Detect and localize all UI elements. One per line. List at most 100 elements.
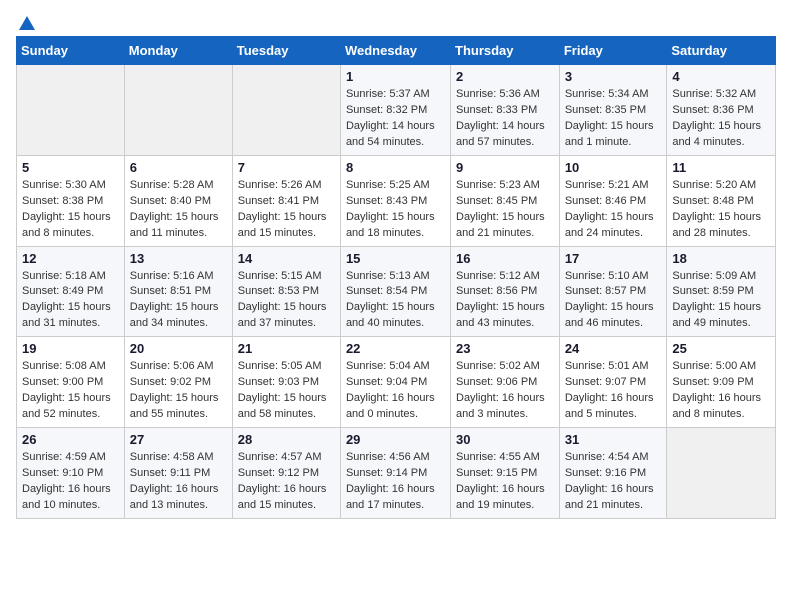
day-number: 26: [22, 432, 119, 447]
calendar-cell: 25Sunrise: 5:00 AMSunset: 9:09 PMDayligh…: [667, 337, 776, 428]
day-info: Sunrise: 5:06 AMSunset: 9:02 PMDaylight:…: [130, 359, 227, 423]
day-info: Sunrise: 5:30 AMSunset: 8:38 PMDaylight:…: [22, 178, 119, 242]
day-info: Sunrise: 5:09 AMSunset: 8:59 PMDaylight:…: [672, 269, 770, 333]
day-number: 2: [456, 69, 554, 84]
day-info: Sunrise: 5:12 AMSunset: 8:56 PMDaylight:…: [456, 269, 554, 333]
calendar-cell: 18Sunrise: 5:09 AMSunset: 8:59 PMDayligh…: [667, 246, 776, 337]
week-row-4: 19 Sunrise: 5:08 AMSunset: 9:00 PMDayligh…: [17, 337, 776, 428]
calendar-cell: 16 Sunrise: 5:12 AMSunset: 8:56 PMDayligh…: [451, 246, 560, 337]
day-info: Sunrise: 5:32 AMSunset: 8:36 PMDaylight:…: [672, 87, 770, 151]
day-number: 16: [456, 251, 554, 266]
header-tuesday: Tuesday: [232, 37, 340, 65]
day-info: Sunrise: 5:10 AMSunset: 8:57 PMDaylight:…: [565, 269, 662, 333]
day-number: 3: [565, 69, 662, 84]
calendar-cell: 23 Sunrise: 5:02 AMSunset: 9:06 PMDayligh…: [451, 337, 560, 428]
calendar-cell: 29 Sunrise: 4:56 AMSunset: 9:14 PMDayligh…: [340, 428, 450, 519]
calendar-cell: 14 Sunrise: 5:15 AMSunset: 8:53 PMDayligh…: [232, 246, 340, 337]
calendar-cell: 8 Sunrise: 5:25 AMSunset: 8:43 PMDaylight…: [340, 155, 450, 246]
calendar-cell: 21 Sunrise: 5:05 AMSunset: 9:03 PMDayligh…: [232, 337, 340, 428]
day-info: Sunrise: 5:13 AMSunset: 8:54 PMDaylight:…: [346, 269, 445, 333]
day-info: Sunrise: 5:08 AMSunset: 9:00 PMDaylight:…: [22, 359, 119, 423]
day-info: Sunrise: 5:18 AMSunset: 8:49 PMDaylight:…: [22, 269, 119, 333]
calendar-cell: 30 Sunrise: 4:55 AMSunset: 9:15 PMDayligh…: [451, 428, 560, 519]
day-info: Sunrise: 5:04 AMSunset: 9:04 PMDaylight:…: [346, 359, 445, 423]
day-number: 22: [346, 341, 445, 356]
calendar-cell: 5 Sunrise: 5:30 AMSunset: 8:38 PMDaylight…: [17, 155, 125, 246]
week-row-2: 5 Sunrise: 5:30 AMSunset: 8:38 PMDaylight…: [17, 155, 776, 246]
day-number: 28: [238, 432, 335, 447]
calendar-cell: 12 Sunrise: 5:18 AMSunset: 8:49 PMDayligh…: [17, 246, 125, 337]
day-info: Sunrise: 5:05 AMSunset: 9:03 PMDaylight:…: [238, 359, 335, 423]
week-row-1: 1Sunrise: 5:37 AMSunset: 8:32 PMDaylight…: [17, 65, 776, 156]
day-number: 12: [22, 251, 119, 266]
calendar-header-row: SundayMondayTuesdayWednesdayThursdayFrid…: [17, 37, 776, 65]
header-thursday: Thursday: [451, 37, 560, 65]
day-number: 25: [672, 341, 770, 356]
day-info: Sunrise: 4:59 AMSunset: 9:10 PMDaylight:…: [22, 450, 119, 514]
logo: [16, 16, 36, 28]
calendar-cell: [17, 65, 125, 156]
calendar-cell: 22 Sunrise: 5:04 AMSunset: 9:04 PMDayligh…: [340, 337, 450, 428]
day-number: 7: [238, 160, 335, 175]
calendar-cell: 1Sunrise: 5:37 AMSunset: 8:32 PMDaylight…: [340, 65, 450, 156]
day-number: 17: [565, 251, 662, 266]
calendar-cell: [124, 65, 232, 156]
day-info: Sunrise: 5:25 AMSunset: 8:43 PMDaylight:…: [346, 178, 445, 242]
day-info: Sunrise: 5:16 AMSunset: 8:51 PMDaylight:…: [130, 269, 227, 333]
day-info: Sunrise: 5:02 AMSunset: 9:06 PMDaylight:…: [456, 359, 554, 423]
day-info: Sunrise: 4:57 AMSunset: 9:12 PMDaylight:…: [238, 450, 335, 514]
week-row-3: 12 Sunrise: 5:18 AMSunset: 8:49 PMDayligh…: [17, 246, 776, 337]
calendar-cell: 10Sunrise: 5:21 AMSunset: 8:46 PMDayligh…: [559, 155, 667, 246]
calendar-cell: 24 Sunrise: 5:01 AMSunset: 9:07 PMDayligh…: [559, 337, 667, 428]
day-number: 30: [456, 432, 554, 447]
day-info: Sunrise: 5:37 AMSunset: 8:32 PMDaylight:…: [346, 87, 445, 151]
day-number: 8: [346, 160, 445, 175]
calendar-cell: 3 Sunrise: 5:34 AMSunset: 8:35 PMDaylight…: [559, 65, 667, 156]
day-number: 15: [346, 251, 445, 266]
day-number: 10: [565, 160, 662, 175]
calendar-cell: 17 Sunrise: 5:10 AMSunset: 8:57 PMDayligh…: [559, 246, 667, 337]
page-header: [16, 16, 776, 28]
week-row-5: 26 Sunrise: 4:59 AMSunset: 9:10 PMDayligh…: [17, 428, 776, 519]
day-number: 19: [22, 341, 119, 356]
calendar-cell: 28 Sunrise: 4:57 AMSunset: 9:12 PMDayligh…: [232, 428, 340, 519]
calendar-cell: 7 Sunrise: 5:26 AMSunset: 8:41 PMDaylight…: [232, 155, 340, 246]
day-info: Sunrise: 5:34 AMSunset: 8:35 PMDaylight:…: [565, 87, 662, 151]
header-wednesday: Wednesday: [340, 37, 450, 65]
day-number: 29: [346, 432, 445, 447]
day-number: 24: [565, 341, 662, 356]
day-info: Sunrise: 5:01 AMSunset: 9:07 PMDaylight:…: [565, 359, 662, 423]
day-number: 5: [22, 160, 119, 175]
calendar-cell: 15 Sunrise: 5:13 AMSunset: 8:54 PMDayligh…: [340, 246, 450, 337]
day-info: Sunrise: 4:54 AMSunset: 9:16 PMDaylight:…: [565, 450, 662, 514]
day-number: 20: [130, 341, 227, 356]
header-friday: Friday: [559, 37, 667, 65]
header-saturday: Saturday: [667, 37, 776, 65]
day-info: Sunrise: 5:20 AMSunset: 8:48 PMDaylight:…: [672, 178, 770, 242]
day-info: Sunrise: 5:15 AMSunset: 8:53 PMDaylight:…: [238, 269, 335, 333]
calendar-cell: 20 Sunrise: 5:06 AMSunset: 9:02 PMDayligh…: [124, 337, 232, 428]
calendar-cell: 27Sunrise: 4:58 AMSunset: 9:11 PMDayligh…: [124, 428, 232, 519]
calendar-cell: 6Sunrise: 5:28 AMSunset: 8:40 PMDaylight…: [124, 155, 232, 246]
day-number: 11: [672, 160, 770, 175]
day-info: Sunrise: 5:36 AMSunset: 8:33 PMDaylight:…: [456, 87, 554, 151]
day-number: 31: [565, 432, 662, 447]
day-number: 21: [238, 341, 335, 356]
day-number: 6: [130, 160, 227, 175]
day-number: 4: [672, 69, 770, 84]
day-number: 27: [130, 432, 227, 447]
day-number: 9: [456, 160, 554, 175]
calendar-cell: 26 Sunrise: 4:59 AMSunset: 9:10 PMDayligh…: [17, 428, 125, 519]
day-number: 23: [456, 341, 554, 356]
calendar-cell: 19 Sunrise: 5:08 AMSunset: 9:00 PMDayligh…: [17, 337, 125, 428]
calendar-cell: 31 Sunrise: 4:54 AMSunset: 9:16 PMDayligh…: [559, 428, 667, 519]
day-info: Sunrise: 4:56 AMSunset: 9:14 PMDaylight:…: [346, 450, 445, 514]
calendar-cell: [232, 65, 340, 156]
calendar-cell: 2 Sunrise: 5:36 AMSunset: 8:33 PMDaylight…: [451, 65, 560, 156]
day-info: Sunrise: 5:23 AMSunset: 8:45 PMDaylight:…: [456, 178, 554, 242]
day-info: Sunrise: 5:26 AMSunset: 8:41 PMDaylight:…: [238, 178, 335, 242]
day-number: 14: [238, 251, 335, 266]
day-info: Sunrise: 4:55 AMSunset: 9:15 PMDaylight:…: [456, 450, 554, 514]
calendar-cell: 4 Sunrise: 5:32 AMSunset: 8:36 PMDaylight…: [667, 65, 776, 156]
calendar-cell: 11 Sunrise: 5:20 AMSunset: 8:48 PMDayligh…: [667, 155, 776, 246]
